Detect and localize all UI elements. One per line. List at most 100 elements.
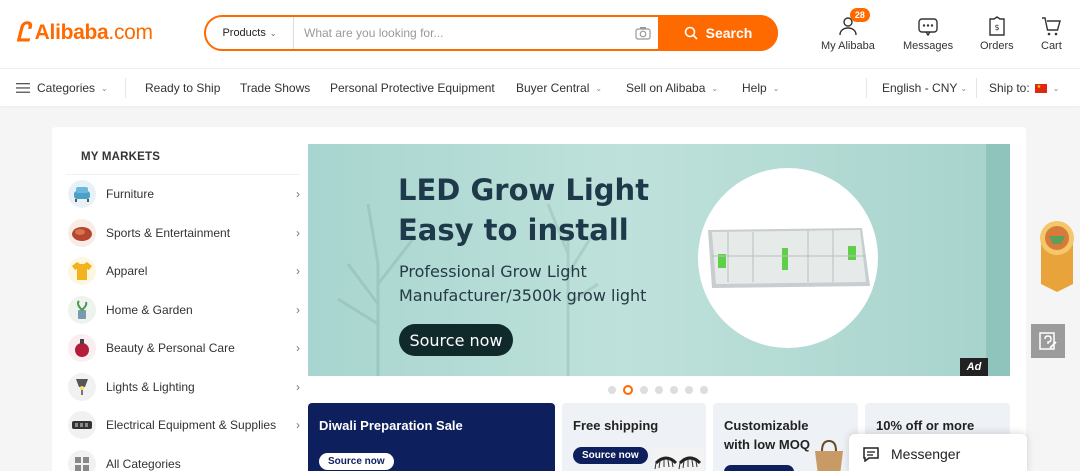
sports-icon — [68, 218, 96, 247]
chat-icon — [863, 446, 879, 462]
hero-banner[interactable]: LED Grow Light Easy to install Professio… — [308, 144, 1010, 376]
search-button-label: Search — [705, 25, 753, 41]
market-item-furniture[interactable]: Furniture › — [66, 175, 300, 214]
chevron-down-icon: ⌄ — [711, 83, 719, 93]
nav-sell-on-alibaba[interactable]: Sell on Alibaba ⌄ — [626, 69, 718, 107]
promo-title: Customizable with low MOQ — [724, 418, 810, 452]
alibaba-logo-mark-icon: Ꮭ — [16, 18, 31, 48]
category-nav: Categories ⌄ Ready to Ship Trade Shows P… — [0, 68, 1080, 106]
market-item-sports[interactable]: Sports & Entertainment › — [66, 214, 300, 253]
chevron-right-icon: › — [296, 341, 300, 356]
search-button[interactable]: Search — [658, 15, 778, 51]
divider — [976, 78, 977, 98]
nav-categories-label: Categories — [37, 81, 96, 95]
my-alibaba-link[interactable]: 28 My Alibaba — [821, 8, 875, 52]
feedback-button[interactable] — [1031, 324, 1065, 358]
banner-source-now-button[interactable]: Source now — [399, 324, 513, 356]
tote-bag-icon — [815, 439, 843, 471]
all-categories-icon — [68, 449, 96, 471]
chevron-down-icon: ⌄ — [1052, 83, 1060, 93]
feedback-icon — [1039, 332, 1057, 350]
search-category-select[interactable]: Products ⌄ — [206, 17, 294, 49]
beauty-icon — [68, 334, 96, 363]
promo-button[interactable] — [724, 465, 794, 471]
promo-title: Free shipping — [573, 418, 659, 433]
floating-promo-widget[interactable] — [1039, 216, 1075, 294]
chevron-right-icon: › — [296, 264, 300, 279]
eyelash-product-icon — [652, 449, 704, 471]
carousel-dot[interactable] — [608, 386, 616, 394]
language-currency-select[interactable]: English - CNY ⌄ — [882, 69, 967, 107]
promo-title: Diwali Preparation Sale — [319, 418, 463, 433]
nav-buyer-central[interactable]: Buyer Central ⌄ — [516, 69, 602, 107]
market-item-apparel[interactable]: Apparel › — [66, 252, 300, 291]
message-icon — [918, 18, 938, 36]
header: Ꮭ Alibaba.com Products ⌄ Search 28 My Al… — [0, 0, 1080, 68]
markets-title: MY MARKETS — [66, 143, 300, 175]
ship-to-select[interactable]: Ship to: ★ ⌄ — [989, 69, 1059, 107]
carousel-dots — [608, 385, 708, 395]
carousel-dot-active[interactable] — [623, 385, 633, 395]
market-item-all-categories[interactable]: All Categories — [66, 445, 300, 471]
orders-icon: $ — [989, 16, 1005, 36]
promo-source-now-button[interactable]: Source now — [319, 453, 394, 470]
carousel-dot[interactable] — [685, 386, 693, 394]
promo-customizable[interactable]: Customizable with low MOQ — [713, 403, 858, 471]
chevron-right-icon: › — [296, 225, 300, 240]
banner-title: LED Grow Light Easy to install — [398, 173, 650, 247]
cart-label: Cart — [1041, 40, 1062, 52]
logo-text: Alibaba — [34, 21, 109, 44]
camera-icon[interactable] — [628, 26, 658, 40]
carousel-dot[interactable] — [670, 386, 678, 394]
search-input[interactable] — [294, 17, 628, 49]
apparel-icon — [68, 257, 96, 286]
orders-label: Orders — [980, 40, 1014, 52]
promo-diwali[interactable]: Diwali Preparation Sale Source now — [308, 403, 555, 471]
banner-subtitle: Professional Grow Light Manufacturer/350… — [399, 262, 647, 305]
gift-box-icon — [1040, 221, 1074, 292]
nav-ready-to-ship[interactable]: Ready to Ship — [145, 69, 220, 107]
messenger-label: Messenger — [891, 446, 961, 462]
nav-trade-shows[interactable]: Trade Shows — [240, 69, 310, 107]
my-markets: MY MARKETS Furniture › Sports & Entertai… — [66, 143, 300, 471]
home-garden-icon — [68, 295, 96, 324]
notification-badge: 28 — [849, 8, 870, 22]
market-item-beauty[interactable]: Beauty & Personal Care › — [66, 329, 300, 368]
chevron-right-icon: › — [296, 418, 300, 433]
cart-icon — [1042, 17, 1062, 36]
search-category-label: Products — [222, 27, 266, 39]
ad-tag: Ad — [960, 358, 988, 376]
chevron-down-icon: ⌄ — [595, 83, 603, 93]
carousel-dot[interactable] — [655, 386, 663, 394]
cart-link[interactable]: Cart — [1041, 14, 1062, 52]
my-alibaba-label: My Alibaba — [821, 40, 875, 52]
messenger-widget[interactable]: Messenger — [849, 434, 1027, 471]
search-bar: Products ⌄ Search — [204, 15, 778, 51]
promo-free-shipping[interactable]: Free shipping Source now — [562, 403, 706, 471]
svg-text:$: $ — [994, 23, 999, 32]
menu-icon — [16, 83, 30, 93]
chevron-down-icon: ⌄ — [269, 28, 277, 38]
chevron-right-icon: › — [296, 379, 300, 394]
logo-dotcom: .com — [108, 21, 153, 44]
alibaba-logo[interactable]: Ꮭ Alibaba.com — [16, 20, 153, 46]
nav-ppe[interactable]: Personal Protective Equipment — [330, 69, 495, 107]
orders-link[interactable]: $ Orders — [980, 14, 1014, 52]
china-flag-icon: ★ — [1034, 83, 1047, 93]
search-icon — [684, 26, 698, 40]
market-item-electrical[interactable]: Electrical Equipment & Supplies › — [66, 406, 300, 445]
market-item-home-garden[interactable]: Home & Garden › — [66, 291, 300, 330]
chevron-down-icon: ⌄ — [960, 83, 968, 93]
electrical-icon — [68, 411, 96, 440]
nav-categories[interactable]: Categories ⌄ — [16, 69, 108, 107]
carousel-dot[interactable] — [640, 386, 648, 394]
chevron-down-icon: ⌄ — [772, 83, 780, 93]
messages-link[interactable]: Messages — [903, 14, 953, 52]
banner-edge — [986, 144, 1010, 376]
divider — [125, 78, 126, 98]
messages-label: Messages — [903, 40, 954, 52]
market-item-lighting[interactable]: Lights & Lighting › — [66, 368, 300, 407]
carousel-dot[interactable] — [700, 386, 708, 394]
promo-source-now-button[interactable]: Source now — [573, 447, 648, 464]
nav-help[interactable]: Help ⌄ — [742, 69, 779, 107]
